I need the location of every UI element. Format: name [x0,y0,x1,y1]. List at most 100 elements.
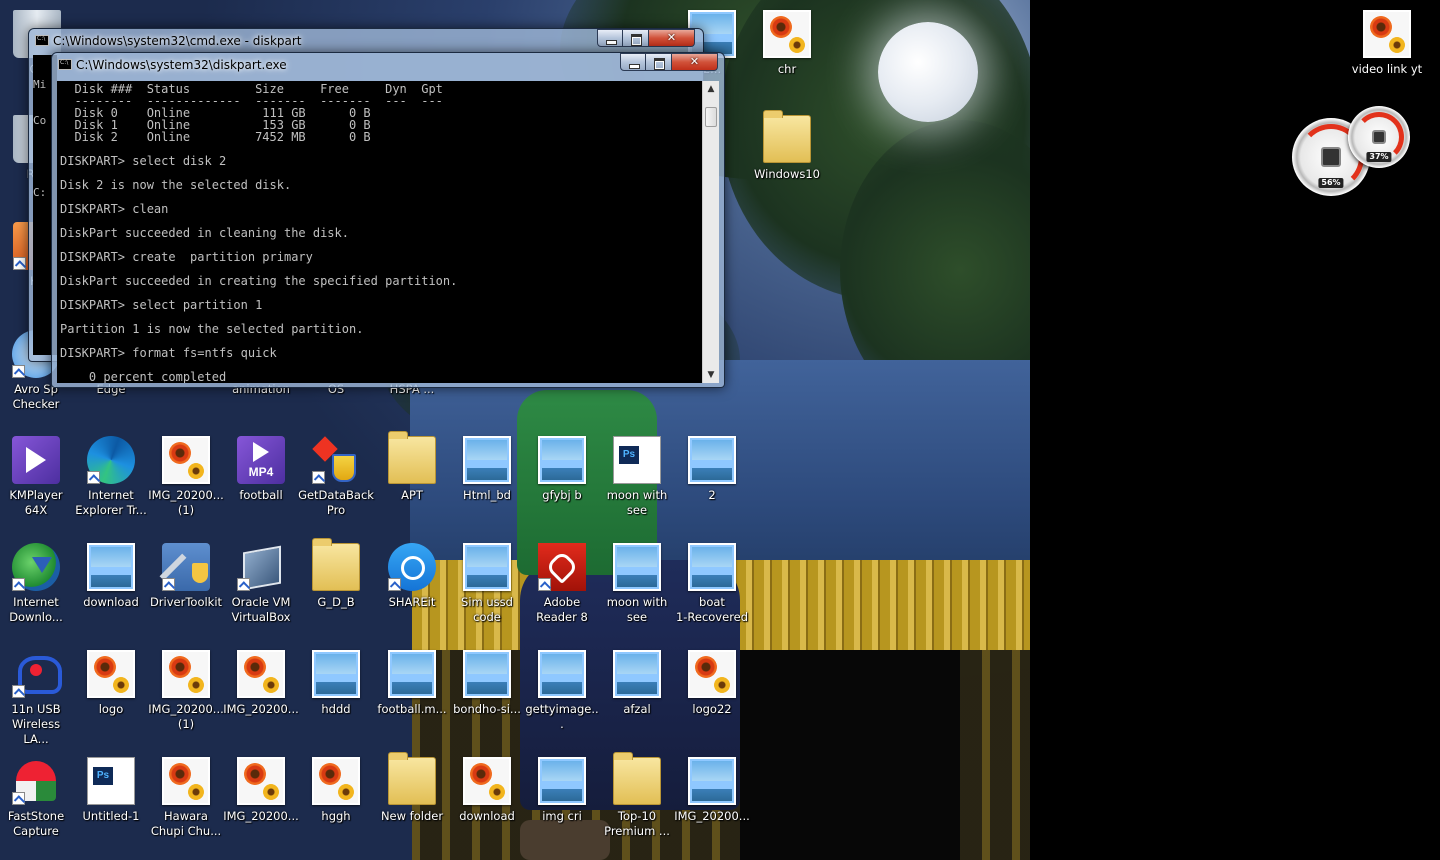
desktop-icon[interactable]: DriverToolkit [148,543,224,610]
desktop-icon[interactable]: 2 [674,436,750,503]
desktop-icon-label: Oracle VM VirtualBox [231,595,291,624]
desktop-icon[interactable]: hggh [298,757,374,824]
desktop-icon-label: IMG_20200... (1) [148,488,224,517]
desktop-icon-label: Hawara Chupi Chu... [150,809,222,838]
photo-icon [688,757,736,805]
cpu-percent: 56% [1318,178,1344,188]
photo-icon [312,650,360,698]
desktop-icon[interactable]: APT [374,431,450,503]
cpu-meter-gadget[interactable]: 56% 37% [1290,104,1414,196]
desktop-icon-label: Internet Explorer Tr... [75,488,147,517]
diskpart-minimize-button[interactable] [620,53,646,71]
desktop-icon[interactable]: IMG_20200... (1) [148,650,224,732]
desktop-icon-label: Top-10 Premium ... [604,809,670,838]
desktop-icon[interactable]: hddd [298,650,374,717]
console-line: DISKPART> create partition primary [60,250,313,264]
desktop-icon[interactable]: video link yt [1349,10,1425,77]
desktop-icon[interactable]: GetDataBack Pro [298,436,374,518]
desktop-icon[interactable]: Internet Downlo... [0,543,74,625]
cmd-maximize-button[interactable] [623,29,649,47]
desktop-icon-label: gfybj b [542,488,582,502]
desktop-icon-label: football.m... [377,702,447,716]
desktop-icon[interactable]: gettyimage... [524,650,600,732]
desktop-icon[interactable]: IMG_20200... [223,650,299,717]
photo-icon [463,543,511,591]
console-line: DISKPART> select partition 1 [60,298,263,312]
diskpart-close-button[interactable] [672,53,718,71]
desktop-icon-label: IMG_20200... (1) [148,702,224,731]
folder-icon [763,110,811,163]
desktop-icon[interactable]: Hawara Chupi Chu... [148,757,224,839]
diskpart-window-title: C:\Windows\system32\diskpart.exe [76,58,287,72]
desktop-icon[interactable]: logo [73,650,149,717]
flower-icon [162,650,210,698]
shortcut-arrow-icon [312,471,325,484]
diskpart-icon [58,59,72,70]
desktop-icon[interactable]: gfybj b [524,436,600,503]
desktop-icon-label: 11n USB Wireless LA... [11,702,61,746]
shortcut-arrow-icon [13,257,26,270]
console-line: Partition 1 is now the selected partitio… [60,322,364,336]
desktop-icon[interactable]: logo22 [674,650,750,717]
desktop-icon[interactable]: afzal [599,650,675,717]
desktop-icon[interactable]: New folder [374,752,450,824]
desktop-icon[interactable]: img cri [524,757,600,824]
desktop-icon-label: logo [98,702,124,716]
shortcut-arrow-icon [538,578,551,591]
console-line: DiskPart succeeded in creating the speci… [60,274,458,288]
flower-icon [312,757,360,805]
desktop-icon[interactable]: football.m... [374,650,450,717]
desktop-icon[interactable]: Top-10 Premium ... [599,752,675,839]
desktop-icon[interactable]: bondho-si... [449,650,525,717]
desktop-icon[interactable]: download [449,757,525,824]
getdata-icon [312,436,360,484]
desktop-icon[interactable]: Sim ussd code [449,543,525,625]
console-line: Disk 2 Online 7452 MB 0 B [60,130,371,144]
desktop-icon[interactable]: Adobe Reader 8 [524,543,600,625]
desktop-icon-label: Internet Downlo... [9,595,63,624]
desktop-icon-label: Untitled-1 [82,809,140,823]
desktop-icon-label: SHAREit [388,595,436,609]
desktop-icon[interactable]: boat 1-Recovered [674,543,750,625]
desktop-icon[interactable]: KMPlayer 64X [0,436,74,518]
diskpart-maximize-button[interactable] [646,53,672,71]
photo-icon [613,650,661,698]
photo-icon [538,436,586,484]
desktop-icon[interactable]: Oracle VM VirtualBox [223,543,299,625]
desktop-icon-label: hggh [321,809,351,823]
desktop-icon[interactable]: Ps Untitled-1 [73,757,149,824]
scroll-thumb[interactable] [705,107,717,127]
scroll-up-icon[interactable]: ▲ [703,81,719,97]
desktop-icon-label: img cri [542,809,582,823]
folder-icon [388,752,436,805]
cmd-icon [35,35,49,46]
desktop-icon[interactable]: Html_bd [449,436,525,503]
desktop-icon[interactable]: FastStone Capture [0,757,74,839]
desktop-icon[interactable]: IMG_20200... [223,757,299,824]
cmd-minimize-button[interactable] [597,29,623,47]
desktop-icon[interactable]: Ps moon with see [599,436,675,518]
shortcut-arrow-icon [162,578,175,591]
desktop-icon[interactable]: Internet Explorer Tr... [73,436,149,518]
desktop-icon[interactable]: G_D_B [298,538,374,610]
photo-icon [388,650,436,698]
cmd-close-button[interactable] [649,29,695,47]
flower-icon [1363,10,1411,58]
shortcut-arrow-icon [12,685,25,698]
desktop-icon-label: Html_bd [463,488,511,502]
desktop-icon[interactable]: IMG_20200... (1) [148,436,224,518]
desktop-icon[interactable]: 11n USB Wireless LA... [0,650,74,747]
flower-icon [162,757,210,805]
diskpart-scrollbar[interactable]: ▲ ▼ [702,81,719,383]
desktop-icon[interactable]: chr [749,10,825,77]
desktop-icon[interactable]: moon with see [599,543,675,625]
desktop-icon[interactable]: Windows10 [749,110,825,182]
scroll-down-icon[interactable]: ▼ [703,367,719,383]
desktop-icon[interactable]: IMG_20200... [674,757,750,824]
diskpart-console[interactable]: Disk ### Status Size Free Dyn Gpt ------… [57,81,702,383]
desktop-icon[interactable]: SHAREit [374,543,450,610]
diskpart-window[interactable]: C:\Windows\system32\diskpart.exe Disk ##… [51,52,725,388]
desktop-icon[interactable]: download [73,543,149,610]
console-line: DISKPART> clean [60,202,169,216]
desktop-icon[interactable]: MP4 football [223,436,299,503]
